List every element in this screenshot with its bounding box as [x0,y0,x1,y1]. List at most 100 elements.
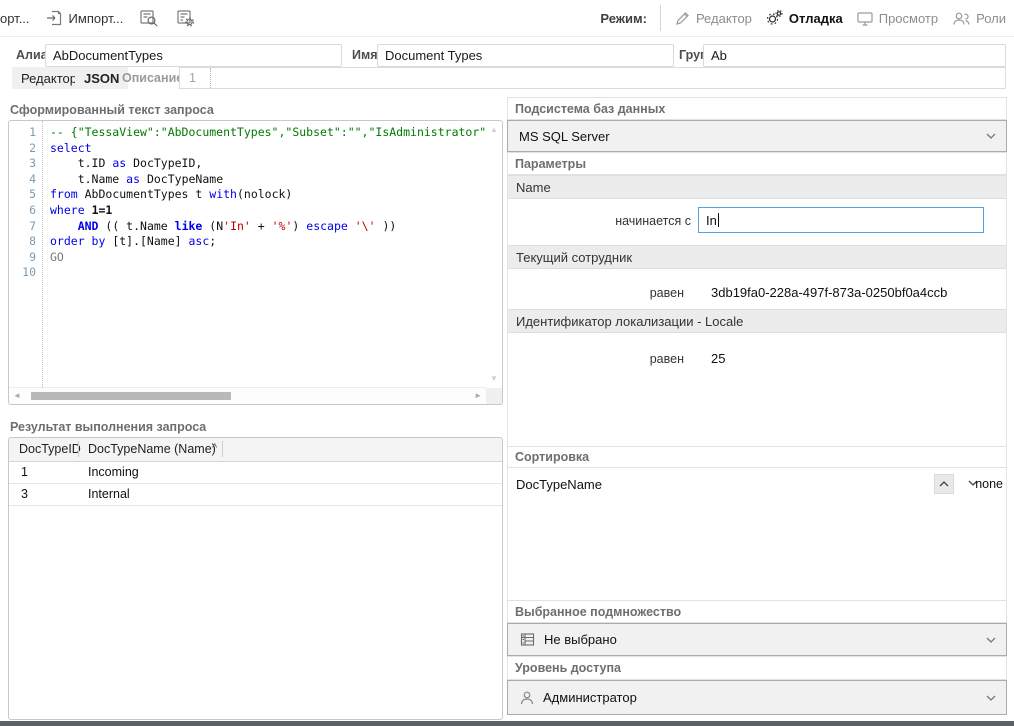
mode-preview-label: Просмотр [879,11,938,26]
subset-dropdown[interactable]: Не выбрано [507,623,1007,656]
column-divider[interactable] [78,441,79,457]
db-subsystem-dropdown[interactable]: MS SQL Server [507,120,1007,152]
scroll-up-icon[interactable]: ▲ [490,125,498,134]
horizontal-scroll-thumb[interactable] [31,392,231,400]
param-name-input[interactable]: In [698,207,984,233]
access-level-value: Администратор [543,690,637,705]
table-icon [519,632,536,647]
import-button[interactable]: Импорт... [45,9,124,27]
subset-header: Выбранное подмножество [507,600,1007,623]
parameters-header: Параметры [507,152,1007,175]
param-name-band: Name [508,175,1006,199]
view-preview-button[interactable] [138,8,160,28]
line-number: 6 [9,203,36,219]
cell-doctypeid: 1 [21,465,28,479]
line-number: 3 [9,156,36,172]
description-label: Описание [122,71,183,85]
toolbar: орт... Импорт... [0,0,1014,37]
description-box[interactable]: 1 [179,67,1006,89]
import-button-label: Импорт... [69,11,124,26]
name-value: Document Types [385,48,482,63]
code-line: t.Name as DocTypeName [50,172,485,188]
line-number: 5 [9,187,36,203]
scroll-down-icon[interactable]: ▼ [490,374,498,383]
column-header-doctypename[interactable]: DocTypeName (Name) [88,442,216,456]
tab-json-label: JSON [84,71,119,86]
horizontal-scrollbar[interactable]: ◄ ► [9,387,486,404]
chevron-down-icon [986,133,996,139]
group-input[interactable]: Ab [703,44,1006,67]
sort-ascending-icon[interactable]: ^ [212,442,217,454]
chevron-up-icon [939,481,949,487]
line-number: 1 [9,125,36,141]
line-number: 4 [9,172,36,188]
monitor-icon [856,10,874,27]
mode-debug[interactable]: Отладка [765,9,843,27]
parameters-panel: Name начинается с In Текущий сотрудник р… [507,175,1007,446]
mode-editor-label: Редактор [696,11,752,26]
sort-field-name: DocTypeName [516,477,602,492]
mode-separator [660,5,661,31]
code-line: where 1=1 [50,203,485,219]
line-number: 2 [9,141,36,157]
chevron-down-icon [986,695,996,701]
name-input[interactable]: Document Types [377,44,674,67]
mode-preview[interactable]: Просмотр [856,10,938,27]
view-settings-button[interactable] [175,8,197,28]
line-number: 8 [9,234,36,250]
person-icon [519,690,535,706]
mode-label: Режим: [600,11,647,26]
alias-input[interactable]: AbDocumentTypes [45,44,342,67]
scroll-right-icon[interactable]: ► [474,391,482,400]
line-number-gutter: 12345678910 [9,121,43,387]
sorting-panel: DocTypeName none [507,468,1007,600]
code-line: order by [t].[Name] asc; [50,234,485,250]
sort-direction-value[interactable]: none [975,477,1003,491]
sort-move-up-button[interactable] [934,474,954,494]
subset-value: Не выбрано [544,632,617,647]
line-number: 7 [9,219,36,235]
mode-switcher: Режим: Редактор [600,0,1006,36]
results-table-header[interactable]: DocTypeID DocTypeName (Name) ^ [9,438,502,462]
param-employee-value: 3db19fa0-228a-497f-873a-0250bf0a4ccb [711,285,947,300]
line-number: 9 [9,250,36,266]
cell-doctypename: Internal [88,487,130,501]
description-value: 1 [180,68,211,88]
scroll-left-icon[interactable]: ◄ [13,391,21,400]
right-panel: Подсистема баз данных MS SQL Server Пара… [507,97,1007,715]
param-name-label: Name [516,180,551,195]
people-icon [951,10,971,27]
table-row[interactable]: 1Incoming [9,462,502,484]
results-table: DocTypeID DocTypeName (Name) ^ 1Incoming… [8,437,503,720]
column-divider[interactable] [222,441,223,457]
tab-json[interactable]: JSON [75,67,128,89]
query-panel-title: Сформированный текст запроса [10,103,214,117]
window-bottom-edge [0,721,1014,726]
sorting-header-label: Сортировка [515,450,589,464]
param-locale-operator: равен [508,352,684,366]
sorting-header: Сортировка [507,446,1007,468]
import-icon [45,9,63,27]
access-level-dropdown[interactable]: Администратор [507,680,1007,715]
table-row[interactable]: 3Internal [9,484,502,506]
subset-header-label: Выбранное подмножество [515,605,681,619]
mode-debug-label: Отладка [789,11,843,26]
sql-editor[interactable]: 12345678910 -- {"TessaView":"AbDocumentT… [8,120,503,405]
access-level-header-label: Уровень доступа [515,661,621,675]
code-line: -- {"TessaView":"AbDocumentTypes","Subse… [50,125,485,141]
mode-editor[interactable]: Редактор [674,10,752,27]
vertical-scrollbar[interactable]: ▲ ▼ [486,121,502,387]
mode-roles[interactable]: Роли [951,10,1006,27]
column-header-doctypeid[interactable]: DocTypeID [19,442,81,456]
pencil-icon [674,10,691,27]
param-name-operator: начинается с [508,214,691,228]
param-locale-band: Идентификатор локализации - Locale [508,309,1006,333]
group-value: Ab [711,48,727,63]
sql-code: -- {"TessaView":"AbDocumentTypes","Subse… [44,121,485,387]
line-number: 10 [9,265,36,281]
param-locale-label: Идентификатор локализации - Locale [516,314,743,329]
code-line: GO [50,250,485,266]
export-button-truncated[interactable]: орт... [0,11,30,26]
param-employee-band: Текущий сотрудник [508,245,1006,269]
name-label: Имя [352,48,378,62]
